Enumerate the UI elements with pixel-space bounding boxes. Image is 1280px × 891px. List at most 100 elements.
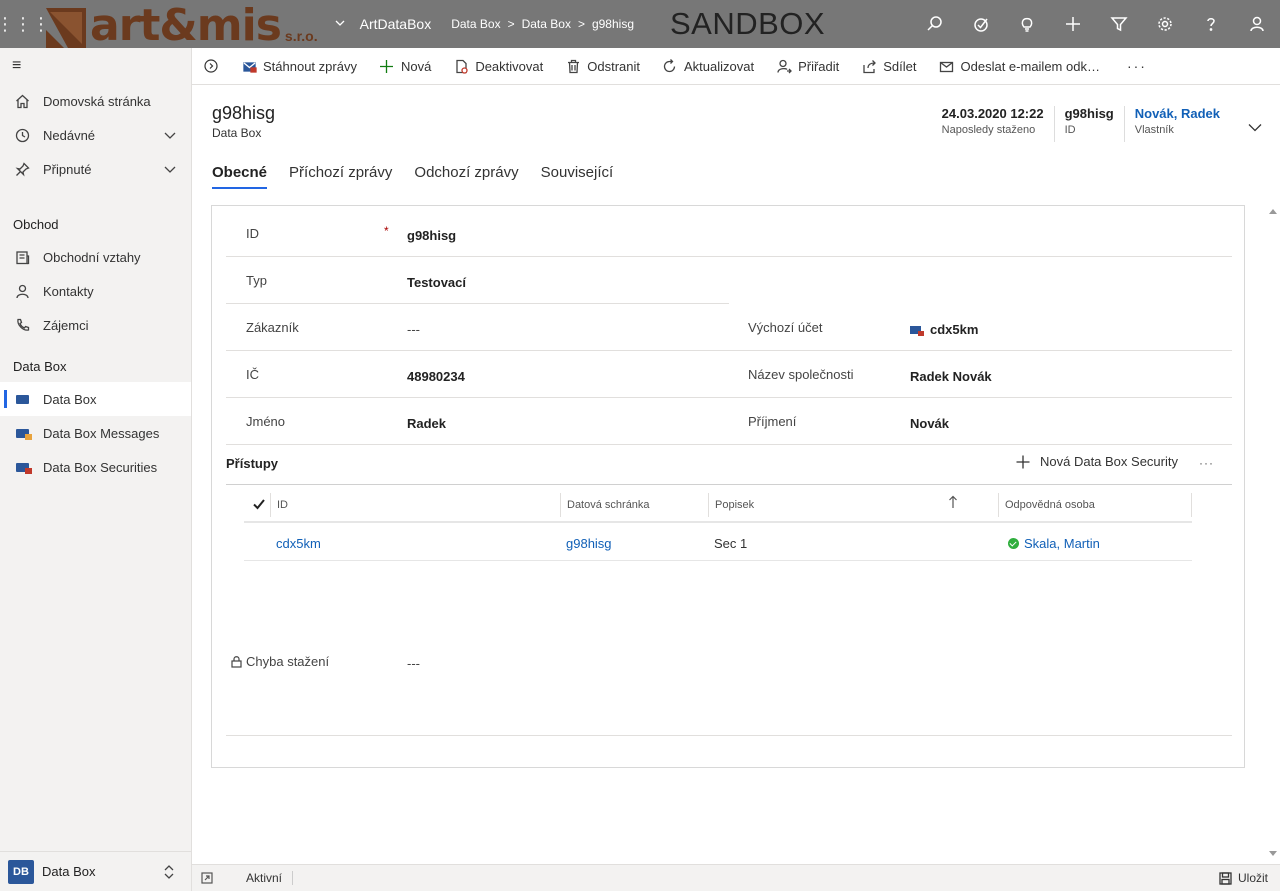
field-row-name: Jméno Radek Příjmení Novák [226,398,1232,445]
chevron-down-icon[interactable] [163,128,177,142]
sidebar-item-pinned[interactable]: Připnuté [0,152,191,186]
download-messages-button[interactable]: Stáhnout zprávy [230,48,368,85]
field-label: Jméno [246,414,286,429]
top-nav-bar: ⋮⋮⋮ art&mis s.r.o. ArtDataBox Data Box >… [0,0,1280,48]
securities-folder-icon [13,462,32,474]
ic-field[interactable]: 48980234 [407,369,465,384]
hamburger-icon[interactable]: ≡ [0,48,191,84]
home-icon [13,94,31,109]
sidebar-section-title: Data Box [13,359,67,374]
sidebar-item-label: Domovská stránka [43,93,151,109]
field-label: Název společnosti [748,367,854,382]
select-all-checkbox[interactable] [252,497,268,513]
sidebar-item-databox[interactable]: Data Box [0,382,191,416]
field-row-download-error: Chyba stažení --- [226,646,1232,736]
row-owner-link[interactable]: Skala, Martin [1008,536,1100,551]
assign-person-icon [776,58,792,74]
plus-icon [379,58,395,74]
plus-icon[interactable] [1050,0,1096,48]
sidebar-item-databox-messages[interactable]: Data Box Messages [0,416,191,450]
deactivate-button[interactable]: Deaktivovat [442,48,554,85]
filter-icon[interactable] [1096,0,1142,48]
sidebar-item-label: Data Box Messages [43,425,160,441]
first-name-field[interactable]: Radek [407,416,446,431]
tab-outgoing-messages[interactable]: Odchozí zprávy [414,164,518,189]
save-label: Uložit [1237,871,1268,885]
sidebar-item-label: Data Box Securities [43,459,158,475]
sidebar-item-home[interactable]: Domovská stránka [0,84,191,118]
email-link-button[interactable]: Odeslat e-mailem odk… [928,48,1111,85]
sidebar-item-label: Kontakty [43,283,94,299]
chevron-right-icon: > [507,17,515,31]
scroll-up-icon[interactable] [1269,209,1277,214]
chevron-right-icon: > [577,17,585,31]
save-button[interactable]: Uložit [1219,871,1268,885]
share-label: Sdílet [883,58,917,74]
required-marker: * [384,224,389,238]
record-title: g98hisg [212,103,276,123]
deactivate-label: Deaktivovat [475,58,544,74]
new-button[interactable]: Nová [368,48,442,85]
header-field-value: 24.03.2020 12:22 [941,106,1044,121]
column-header-owner[interactable]: Odpovědná osoba [998,493,1192,517]
chevron-down-icon[interactable] [1230,106,1280,142]
subgrid-more-button[interactable]: ··· [1199,456,1214,470]
more-commands-button[interactable]: ··· [1111,58,1163,74]
column-header-databox[interactable]: Datová schránka [560,493,708,517]
chevron-down-icon[interactable] [163,162,177,176]
sidebar-item-recent[interactable]: Nedávné [0,118,191,152]
sidebar-item-accounts[interactable]: Obchodní vztahy [0,240,191,274]
owner-link[interactable]: Novák, Radek [1135,106,1220,121]
sidebar-item-databox-securities[interactable]: Data Box Securities [0,450,191,484]
lightbulb-icon[interactable] [1004,0,1050,48]
assign-button[interactable]: Přiřadit [765,48,850,85]
envelope-arrow-icon [241,58,257,74]
sidebar-item-leads[interactable]: Zájemci [0,308,191,342]
row-databox-link[interactable]: g98hisg [566,536,612,551]
logo-suffix: s.r.o. [284,28,318,44]
app-name[interactable]: ArtDataBox [360,16,432,32]
sort-ascending-icon[interactable] [948,495,958,512]
id-field[interactable]: g98hisg [407,228,456,243]
type-field[interactable]: Testovací [407,275,466,290]
task-icon[interactable] [958,0,1004,48]
user-icon[interactable] [1234,0,1280,48]
delete-button[interactable]: Odstranit [554,48,651,85]
expand-icon[interactable] [192,872,222,884]
help-icon[interactable] [1188,0,1234,48]
field-label: IČ [246,367,259,382]
refresh-button[interactable]: Aktualizovat [651,48,765,85]
breadcrumb-item[interactable]: Data Box [522,17,571,31]
breadcrumb-item[interactable]: Data Box [451,17,500,31]
field-row-customer: Zákazník --- [226,304,729,351]
default-account-link[interactable]: cdx5km [910,322,978,337]
status-ok-icon [1008,538,1019,549]
last-name-field[interactable]: Novák [910,416,949,431]
download-error-field: --- [407,656,420,671]
field-label: Chyba stažení [230,654,329,669]
tab-general[interactable]: Obecné [212,164,268,189]
gear-icon[interactable] [1142,0,1188,48]
company-name-field[interactable]: Radek Novák [910,369,992,384]
chevron-down-icon[interactable] [334,17,346,32]
new-security-button[interactable]: Nová Data Box Security [1016,454,1178,469]
tab-related[interactable]: Související [541,164,614,189]
chevron-up-down-icon[interactable] [163,864,175,883]
delete-label: Odstranit [587,58,640,74]
sidebar-item-label: Data Box [43,391,97,407]
app-launcher-icon[interactable]: ⋮⋮⋮ [0,0,50,48]
sidebar-item-contacts[interactable]: Kontakty [0,274,191,308]
scroll-down-icon[interactable] [1269,851,1277,856]
area-switcher[interactable]: DB Data Box [0,851,191,891]
vertical-scrollbar[interactable] [1266,205,1280,860]
new-security-label: Nová Data Box Security [1039,454,1178,469]
search-icon[interactable] [912,0,958,48]
row-id-link[interactable]: cdx5km [276,536,321,551]
customer-field[interactable]: --- [407,322,420,337]
collapse-icon[interactable] [192,59,230,73]
record-entity: Data Box [212,126,262,140]
share-button[interactable]: Sdílet [850,48,927,85]
column-header-id[interactable]: ID [270,493,560,517]
table-row[interactable]: cdx5km g98hisg Sec 1 Skala, Martin [244,525,1192,561]
tab-incoming-messages[interactable]: Příchozí zprávy [289,164,392,189]
